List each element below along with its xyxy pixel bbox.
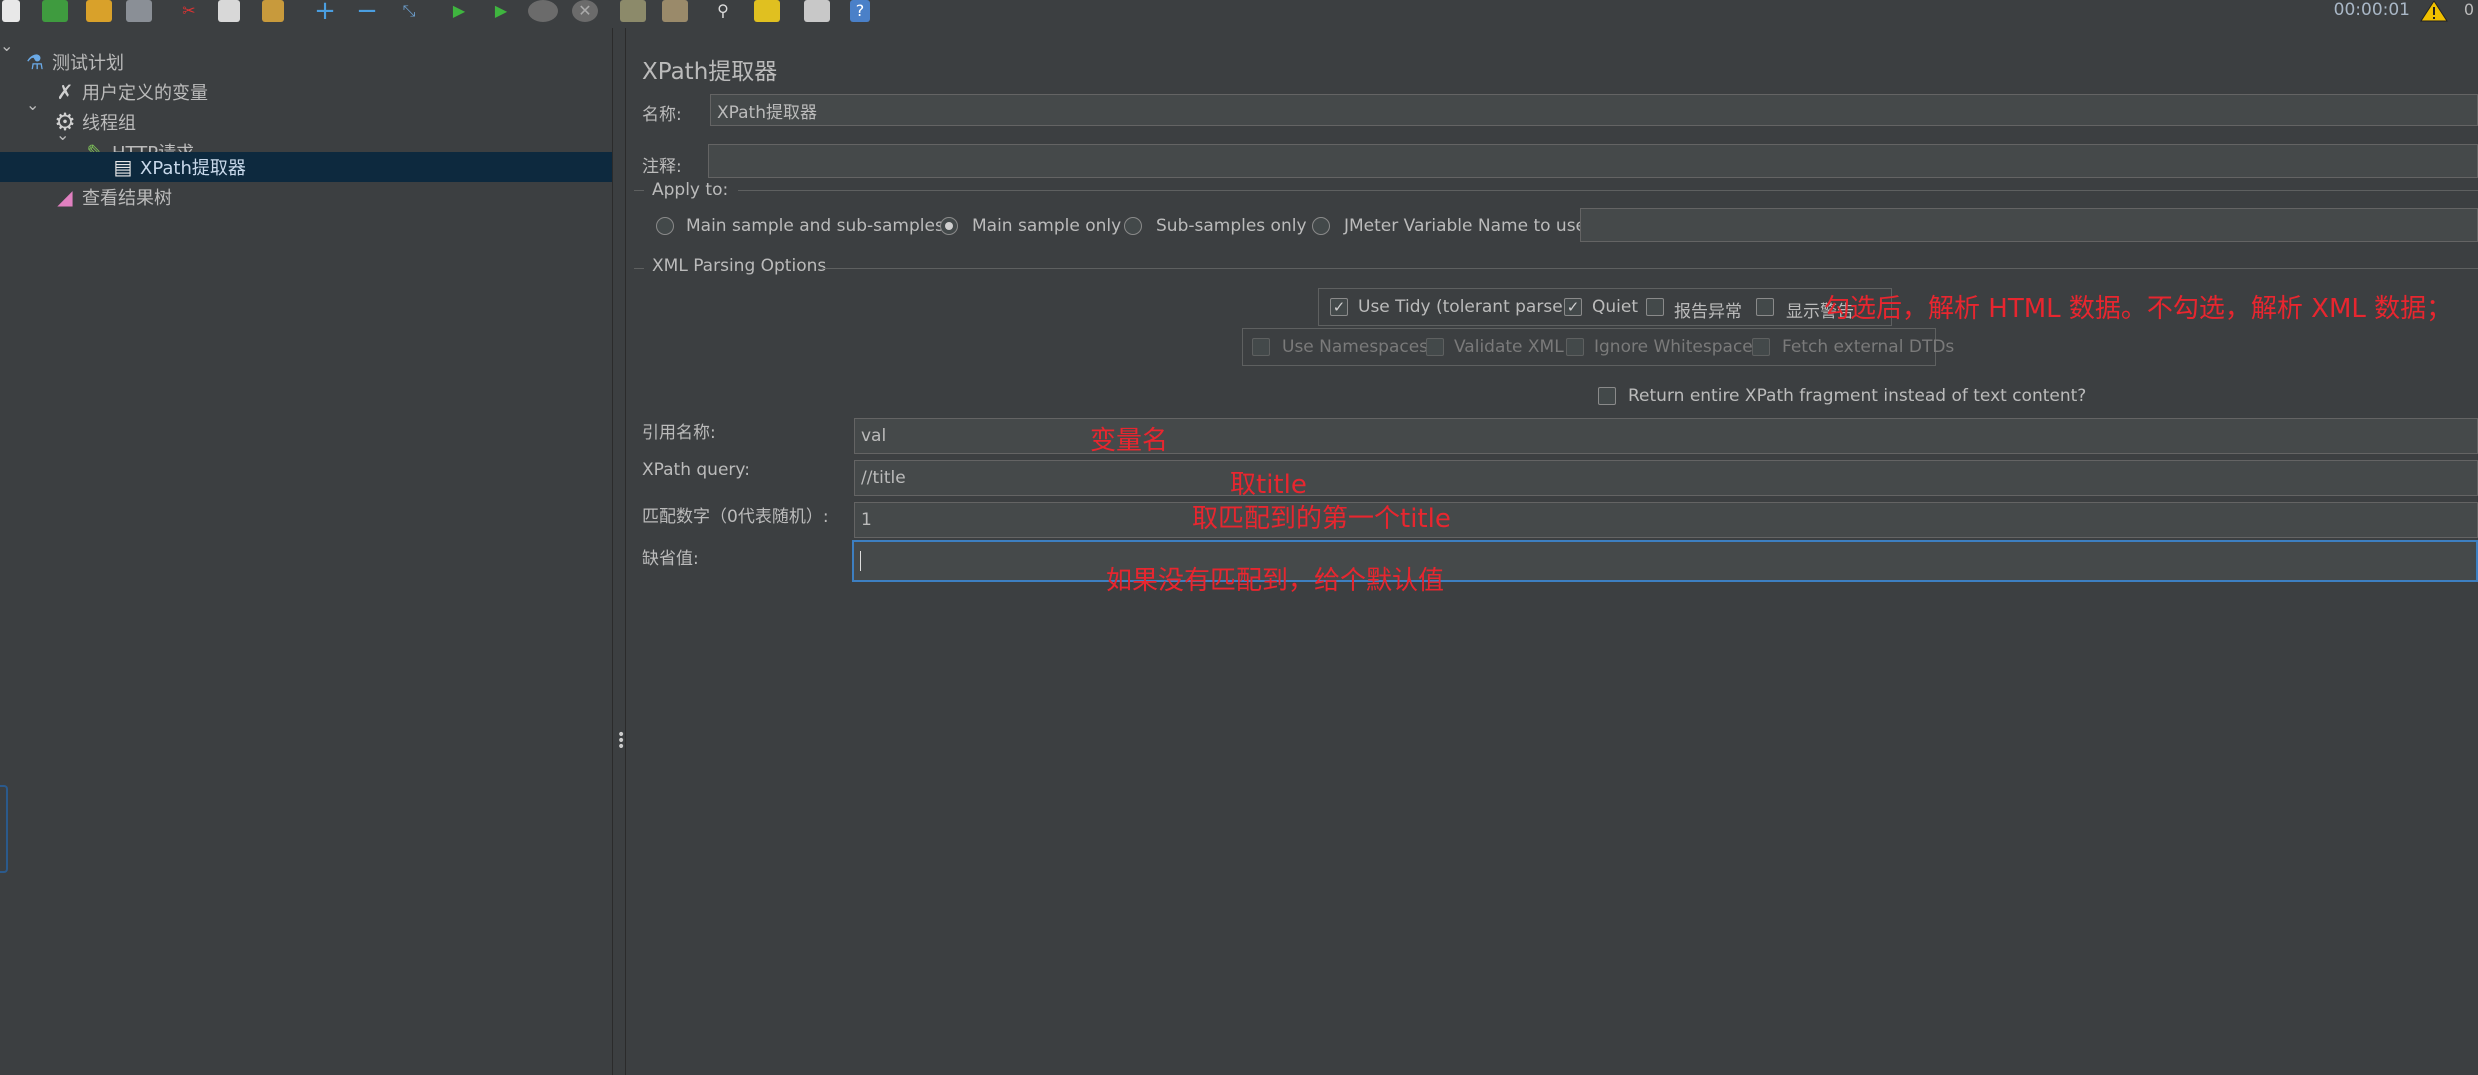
tree-item-user-variables[interactable]: ✗ 用户定义的变量 [52, 77, 208, 107]
use-namespaces-label: Use Namespaces [1282, 337, 1429, 357]
tree-item-xpath-extractor[interactable]: ▤ XPath提取器 [110, 152, 246, 182]
ignore-whitespace-checkbox[interactable] [1566, 338, 1584, 356]
validate-xml-label: Validate XML [1454, 337, 1564, 357]
clear-all-icon[interactable] [662, 0, 688, 22]
copy-icon[interactable] [218, 0, 240, 22]
side-collapse-handle[interactable] [0, 785, 8, 873]
xml-options-border [822, 268, 2478, 269]
function-helper-icon[interactable] [804, 0, 830, 22]
paste-icon[interactable] [262, 0, 284, 22]
tree-item-label: 用户定义的变量 [82, 83, 208, 104]
radio-jmeter-variable[interactable] [1312, 217, 1330, 235]
tree-item-results-tree[interactable]: ◢ 查看结果树 [52, 182, 172, 212]
shutdown-icon[interactable]: ✕ [572, 0, 598, 22]
tree-item-label: XPath提取器 [140, 158, 246, 179]
radio-jmeter-variable-label: JMeter Variable Name to use [1344, 216, 1587, 236]
reset-search-icon[interactable] [754, 0, 780, 22]
use-tidy-label: Use Tidy (tolerant parser) [1358, 297, 1577, 317]
elapsed-timer: 00:00:01 [2333, 0, 2410, 20]
text-caret [860, 551, 861, 571]
xpath-query-label: XPath query: [642, 460, 750, 480]
comment-field[interactable] [708, 144, 2478, 178]
use-namespaces-checkbox[interactable] [1252, 338, 1270, 356]
return-fragment-label: Return entire XPath fragment instead of … [1628, 386, 2087, 406]
panel-title: XPath提取器 [642, 59, 778, 85]
start-icon[interactable]: ▶ [446, 0, 472, 22]
name-field[interactable]: XPath提取器 [710, 94, 2478, 126]
annotation-variable-name: 变量名 [1090, 426, 1169, 456]
radio-main-only[interactable] [940, 217, 958, 235]
tree-item-label: 测试计划 [52, 53, 124, 74]
annotation-tidy: 勾选后，解析 HTML 数据。不勾选，解析 XML 数据； [1824, 294, 2453, 324]
expand-icon[interactable]: + [312, 0, 338, 24]
default-value-label: 缺省值: [642, 549, 699, 569]
name-label: 名称: [642, 105, 682, 125]
help-icon[interactable]: ? [850, 0, 870, 22]
test-plan-icon: ⚗ [26, 50, 44, 74]
stop-icon[interactable] [528, 0, 558, 22]
warning-count: 0 [2463, 0, 2474, 19]
radio-main-and-sub[interactable] [656, 217, 674, 235]
split-pane-divider[interactable] [612, 28, 626, 1075]
open-icon[interactable] [86, 0, 112, 22]
clear-icon[interactable] [620, 0, 646, 22]
cut-icon[interactable]: ✂ [176, 0, 202, 22]
apply-to-legend: Apply to: [652, 180, 729, 200]
xml-options-legend: XML Parsing Options [652, 256, 827, 276]
show-warnings-checkbox[interactable] [1756, 298, 1774, 316]
fetch-dtds-checkbox[interactable] [1752, 338, 1770, 356]
chevron-down-icon[interactable]: ⌄ [56, 125, 69, 144]
chevron-down-icon[interactable]: ⌄ [26, 95, 39, 114]
start-no-pause-icon[interactable]: ▶ [488, 0, 514, 22]
test-plan-tree: ⌄ ⚗ 测试计划 ✗ 用户定义的变量 ⌄ ⚙ 线程组 ⌄ ✎ HTTP请求 ▤ … [0, 28, 612, 1075]
warning-icon[interactable] [2420, 0, 2448, 22]
comment-label: 注释: [642, 157, 682, 177]
radio-sub-only-label: Sub-samples only [1156, 216, 1307, 236]
match-number-field[interactable]: 1 [854, 502, 2478, 538]
variables-icon: ✗ [56, 80, 74, 104]
save-icon[interactable] [126, 0, 152, 22]
ignore-whitespace-label: Ignore Whitespace [1594, 337, 1753, 357]
listener-icon: ◢ [57, 185, 73, 209]
quiet-checkbox[interactable]: ✓ [1564, 298, 1582, 316]
annotation-title: 取title [1230, 470, 1307, 500]
xpath-query-field[interactable]: //title [854, 460, 2478, 496]
radio-sub-only[interactable] [1124, 217, 1142, 235]
match-number-label: 匹配数字（0代表随机）: [642, 507, 829, 527]
return-fragment-checkbox[interactable] [1598, 387, 1616, 405]
radio-main-only-label: Main sample only [972, 216, 1122, 236]
use-tidy-checkbox[interactable]: ✓ [1330, 298, 1348, 316]
report-errors-label: 报告异常 [1674, 302, 1742, 322]
tree-item-test-plan[interactable]: ⚗ 测试计划 [22, 47, 124, 77]
jmeter-variable-field[interactable] [1580, 208, 2478, 242]
ref-name-label: 引用名称: [642, 423, 716, 443]
xpath-extractor-panel: XPath提取器 名称: XPath提取器 注释: Apply to: Main… [626, 28, 2478, 1075]
tree-item-label: 线程组 [82, 113, 136, 134]
annotation-first-match: 取匹配到的第一个title [1192, 504, 1451, 534]
divider-grip-icon[interactable]: ••• [617, 728, 625, 754]
report-errors-checkbox[interactable] [1646, 298, 1664, 316]
validate-xml-checkbox[interactable] [1426, 338, 1444, 356]
extractor-icon: ▤ [113, 155, 133, 179]
collapse-icon[interactable]: − [354, 0, 380, 24]
search-icon[interactable]: ⚲ [710, 0, 736, 22]
toolbar: ✂ + − ⤡ ▶ ▶ ✕ ⚲ ? 00:00:01 0 [0, 0, 2478, 28]
default-value-field[interactable] [852, 540, 2478, 582]
xml-options-border [634, 268, 644, 269]
templates-icon[interactable] [42, 0, 68, 22]
chevron-down-icon[interactable]: ⌄ [0, 36, 13, 55]
radio-main-and-sub-label: Main sample and sub-samples [686, 216, 944, 236]
tree-item-label: 查看结果树 [82, 188, 172, 209]
new-icon[interactable] [2, 0, 20, 22]
quiet-label: Quiet [1592, 297, 1639, 317]
tree-selection-bar [0, 152, 612, 182]
apply-to-border [634, 190, 644, 191]
apply-to-border [738, 190, 2478, 191]
toggle-icon[interactable]: ⤡ [396, 0, 422, 22]
fetch-dtds-label: Fetch external DTDs [1782, 337, 1955, 357]
annotation-default: 如果没有匹配到，给个默认值 [1106, 566, 1445, 596]
